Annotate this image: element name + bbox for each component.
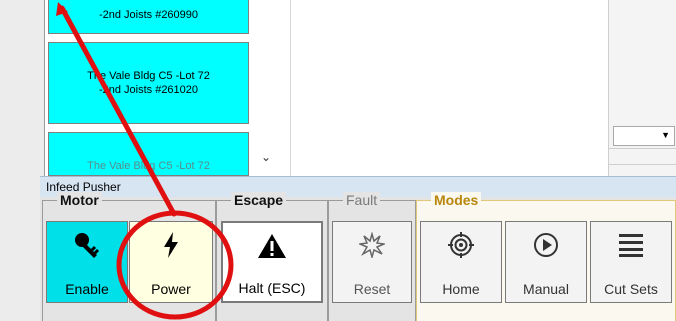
- job-list[interactable]: -2nd Joists #260990 The Vale Bldg C5 -Lo…: [44, 0, 290, 176]
- spark-burst-icon: [333, 228, 411, 262]
- home-button[interactable]: Home: [420, 221, 502, 303]
- warning-triangle-icon: [223, 229, 321, 263]
- lightning-bolt-icon: [130, 228, 212, 262]
- job-card-label: -2nd Joists #260990: [98, 9, 199, 21]
- left-margin: [0, 0, 44, 321]
- job-card-label: The Vale Bldg C5 -Lot 72: [87, 160, 210, 172]
- detail-pane: [290, 0, 608, 176]
- list-lines-icon: [591, 228, 671, 262]
- divider: [609, 164, 676, 165]
- halt-label: Halt (ESC): [238, 280, 306, 296]
- motor-group-label: Motor: [57, 192, 102, 208]
- cut-sets-label: Cut Sets: [604, 281, 658, 297]
- job-card[interactable]: -2nd Joists #260990: [48, 0, 249, 34]
- chevron-down-icon[interactable]: ⌄: [261, 150, 271, 164]
- dropdown-arrow-icon[interactable]: ▼: [661, 130, 670, 140]
- halt-button[interactable]: Halt (ESC): [221, 221, 323, 303]
- play-circle-icon: [506, 228, 586, 262]
- side-pane: ▼: [608, 0, 676, 176]
- manual-button[interactable]: Manual: [505, 221, 587, 303]
- key-icon: [47, 228, 127, 262]
- power-label: Power: [151, 281, 191, 297]
- manual-label: Manual: [523, 281, 569, 297]
- modes-group-label: Modes: [431, 192, 482, 208]
- power-button[interactable]: Power: [129, 221, 213, 303]
- reset-button[interactable]: Reset: [332, 221, 412, 303]
- job-card-label: The Vale Bldg C5 -Lot 72 -2nd Joists #26…: [87, 70, 210, 96]
- escape-group-label: Escape: [231, 192, 287, 208]
- reset-label: Reset: [353, 281, 391, 297]
- divider: [609, 148, 676, 149]
- enable-button[interactable]: Enable: [46, 221, 128, 303]
- cut-sets-button[interactable]: Cut Sets: [590, 221, 672, 303]
- home-label: Home: [442, 281, 480, 297]
- dropdown[interactable]: ▼: [613, 126, 675, 146]
- target-icon: [421, 228, 501, 262]
- job-card[interactable]: The Vale Bldg C5 -Lot 72 -2nd Joists #26…: [48, 42, 249, 124]
- fault-group-label: Fault: [343, 192, 381, 208]
- enable-label: Enable: [65, 281, 109, 297]
- job-card[interactable]: The Vale Bldg C5 -Lot 72: [48, 132, 249, 176]
